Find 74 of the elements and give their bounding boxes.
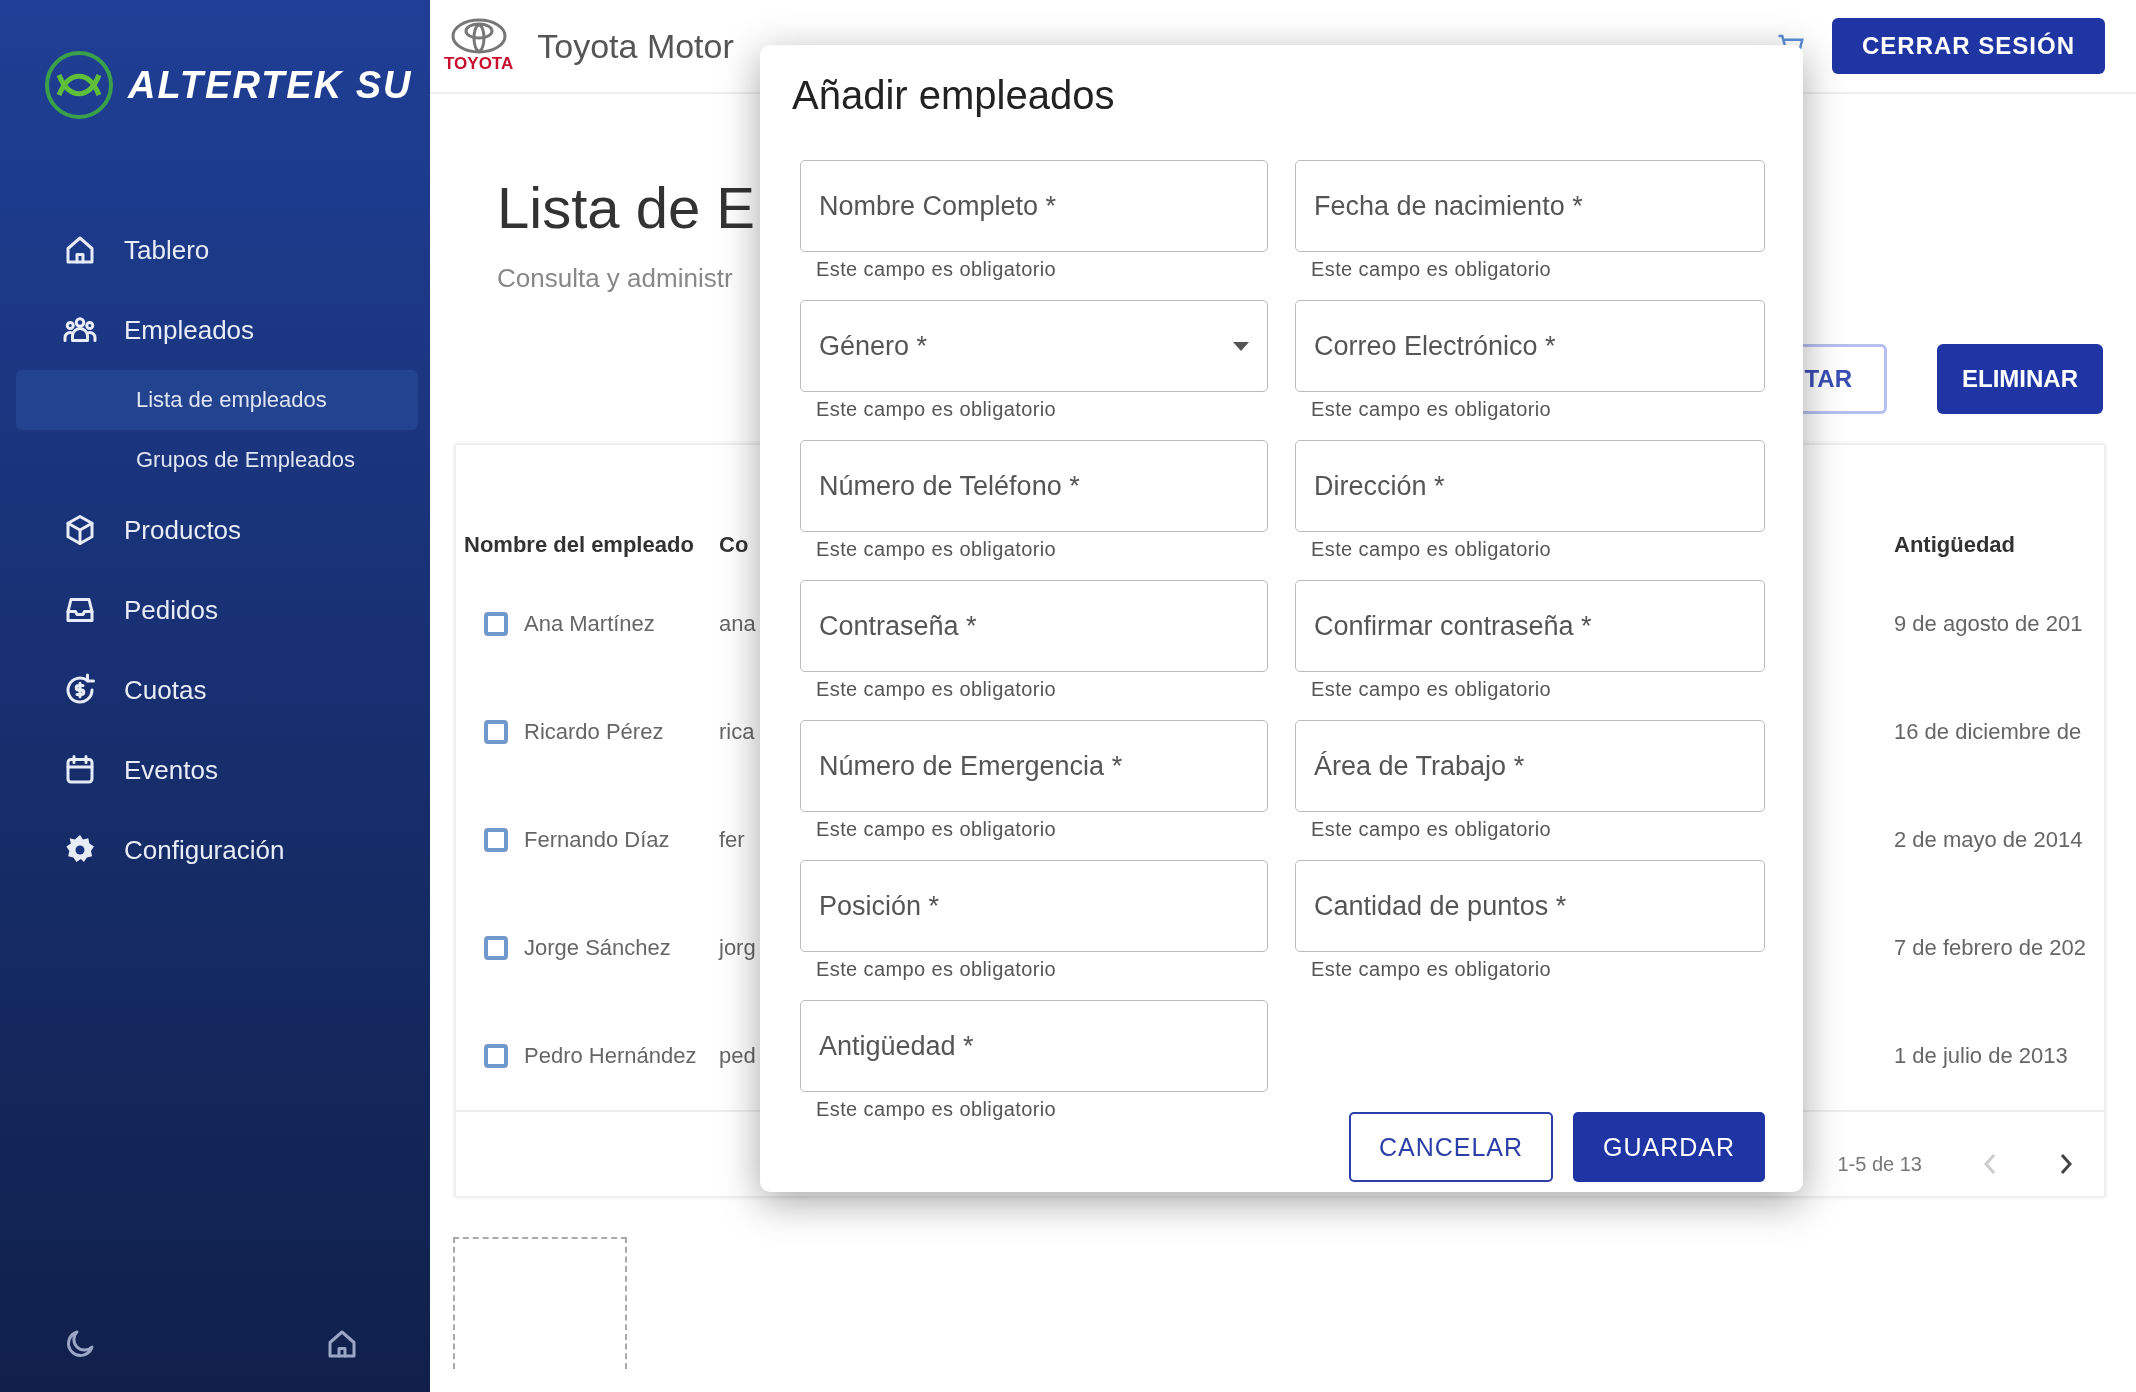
emblem-icon <box>450 18 507 54</box>
table-cell: 1 de julio de 2013 <box>1894 1043 2068 1069</box>
save-button[interactable]: GUARDAR <box>1573 1112 1765 1182</box>
table-cell: ped <box>719 1043 756 1069</box>
table-cell: rica <box>719 719 755 745</box>
input-field[interactable]: Posición * <box>800 860 1268 952</box>
helper-text: Este campo es obligatorio <box>815 257 1058 281</box>
sidebar-item[interactable]: Configuración <box>0 810 430 890</box>
brand-name: ALTERTEK SU <box>128 63 413 107</box>
helper-text: Este campo es obligatorio <box>1310 817 1553 841</box>
helper-text: Este campo es obligatorio <box>1310 537 1553 561</box>
input-field[interactable]: Nombre Completo * <box>800 160 1268 252</box>
helper-text: Este campo es obligatorio <box>1310 257 1553 281</box>
sidebar-item[interactable]: Eventos <box>0 730 430 810</box>
helper-text: Este campo es obligatorio <box>815 397 1058 421</box>
row-checkbox[interactable] <box>484 1044 508 1068</box>
input-field[interactable]: Fecha de nacimiento * <box>1295 160 1765 252</box>
select-field[interactable]: Género * <box>800 300 1268 392</box>
column-header: Nombre del empleado <box>464 532 694 558</box>
table-cell: fer <box>719 827 745 853</box>
table-cell: 9 de agosto de 201 <box>1894 611 2083 637</box>
row-checkbox[interactable] <box>484 720 508 744</box>
input-field[interactable]: Área de Trabajo * <box>1295 720 1765 812</box>
helper-text: Este campo es obligatorio <box>815 957 1058 981</box>
row-checkbox[interactable] <box>484 828 508 852</box>
input-field[interactable]: Contraseña * <box>800 580 1268 672</box>
table-cell: Pedro Hernández <box>524 1043 697 1069</box>
input-field[interactable]: Número de Teléfono * <box>800 440 1268 532</box>
table-cell: jorg <box>719 935 756 961</box>
logout-button[interactable]: CERRAR SESIÓN <box>1831 18 2105 74</box>
logo-text: TOYOTA <box>444 54 514 74</box>
sidebar-subitem[interactable]: Lista de empleados <box>16 370 418 430</box>
row-checkbox[interactable] <box>484 936 508 960</box>
chevron-left-icon[interactable] <box>1982 1152 1998 1176</box>
table-cell: 7 de febrero de 202 <box>1894 935 2087 961</box>
company-name: Toyota Motor <box>537 26 734 66</box>
sidebar-item[interactable]: Empleados <box>0 290 430 370</box>
table-cell: 16 de diciembre de <box>1894 719 2082 745</box>
table-cell: Jorge Sánchez <box>524 935 671 961</box>
sidebar-item[interactable]: Productos <box>0 490 430 570</box>
helper-text: Este campo es obligatorio <box>815 537 1058 561</box>
helper-text: Este campo es obligatorio <box>815 1097 1058 1121</box>
input-field[interactable]: Dirección * <box>1295 440 1765 532</box>
delete-button[interactable]: ELIMINAR <box>1937 344 2103 414</box>
helper-text: Este campo es obligatorio <box>1310 397 1553 421</box>
helper-text: Este campo es obligatorio <box>815 677 1058 701</box>
table-cell: Ricardo Pérez <box>524 719 664 745</box>
row-checkbox[interactable] <box>484 612 508 636</box>
sidebar-item[interactable]: Tablero <box>0 210 430 290</box>
input-field[interactable]: Número de Emergencia * <box>800 720 1268 812</box>
brand-logo-icon <box>44 50 114 120</box>
input-field[interactable]: Antigüedad * <box>800 1000 1268 1092</box>
column-header: Antigüedad <box>1894 532 2015 558</box>
input-field[interactable]: Confirmar contraseña * <box>1295 580 1765 672</box>
input-field[interactable]: Cantidad de puntos * <box>1295 860 1765 952</box>
table-cell: Fernando Díaz <box>524 827 670 853</box>
sidebar-item[interactable]: Pedidos <box>0 570 430 650</box>
page-subtitle: Consulta y administr <box>497 263 733 294</box>
cancel-button[interactable]: CANCELAR <box>1349 1112 1553 1182</box>
dropdown-caret-icon <box>1233 341 1249 351</box>
page-title: Lista de E <box>497 174 755 241</box>
table-cell: ana <box>719 611 756 637</box>
dialog-title: Añadir empleados <box>792 73 1116 118</box>
sidebar-subitem[interactable]: Grupos de Empleados <box>16 430 418 490</box>
column-header: Co <box>719 532 749 558</box>
input-field[interactable]: Correo Electrónico * <box>1295 300 1765 392</box>
helper-text: Este campo es obligatorio <box>1310 677 1553 701</box>
table-cell: Ana Martínez <box>524 611 655 637</box>
chevron-right-icon[interactable] <box>2058 1152 2074 1176</box>
pagination-text: 1-5 de 13 <box>1837 1152 1922 1176</box>
sidebar-item[interactable]: Cuotas <box>0 650 430 730</box>
helper-text: Este campo es obligatorio <box>1310 957 1553 981</box>
table-cell: 2 de mayo de 2014 <box>1894 827 2083 853</box>
helper-text: Este campo es obligatorio <box>815 817 1058 841</box>
